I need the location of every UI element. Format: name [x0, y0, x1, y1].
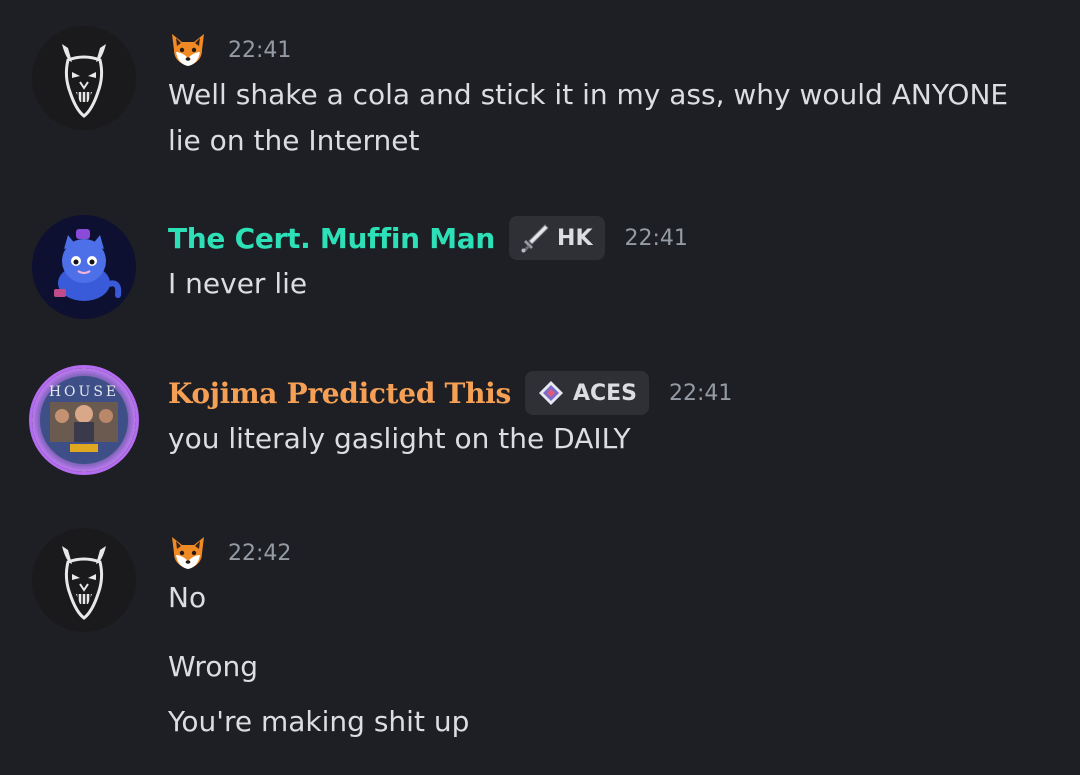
- username[interactable]: Kojima Predicted This: [168, 377, 511, 410]
- avatar[interactable]: [32, 26, 136, 130]
- message-line: No: [168, 581, 207, 614]
- oni-mask-icon: [32, 528, 136, 632]
- tag-label: HK: [557, 225, 593, 251]
- message-line: I never lie: [168, 267, 308, 300]
- avatar[interactable]: [32, 528, 136, 632]
- avatar[interactable]: [32, 215, 136, 319]
- house-poster-avatar: HOUSE: [32, 368, 136, 472]
- tag-label: ACES: [572, 380, 637, 406]
- oni-mask-icon: [32, 26, 136, 130]
- timestamp: 22:41: [668, 380, 733, 406]
- fox-emoji-icon: [168, 533, 208, 573]
- timestamp: 22:41: [228, 37, 292, 63]
- message-line: You're making shit up: [168, 705, 470, 738]
- message-line: you literaly gaslight on the DAILY: [168, 422, 631, 455]
- diamond-gem-icon: [538, 381, 563, 405]
- message-line: Well shake a cola and stick it in my ass…: [168, 78, 1009, 111]
- message-line: lie on the Internet: [168, 124, 420, 157]
- message-line: Wrong: [168, 650, 258, 683]
- fox-emoji-icon: [168, 30, 208, 70]
- timestamp: 22:42: [228, 540, 292, 566]
- svg-text:HOUSE: HOUSE: [49, 384, 119, 400]
- timestamp: 22:41: [624, 225, 688, 251]
- avatar[interactable]: HOUSE: [32, 368, 136, 472]
- sword-icon: [521, 224, 549, 253]
- blue-cat-avatar: [32, 215, 136, 319]
- server-tag[interactable]: ACES: [524, 371, 649, 415]
- username[interactable]: The Cert. Muffin Man: [168, 222, 495, 255]
- server-tag[interactable]: HK: [509, 216, 605, 260]
